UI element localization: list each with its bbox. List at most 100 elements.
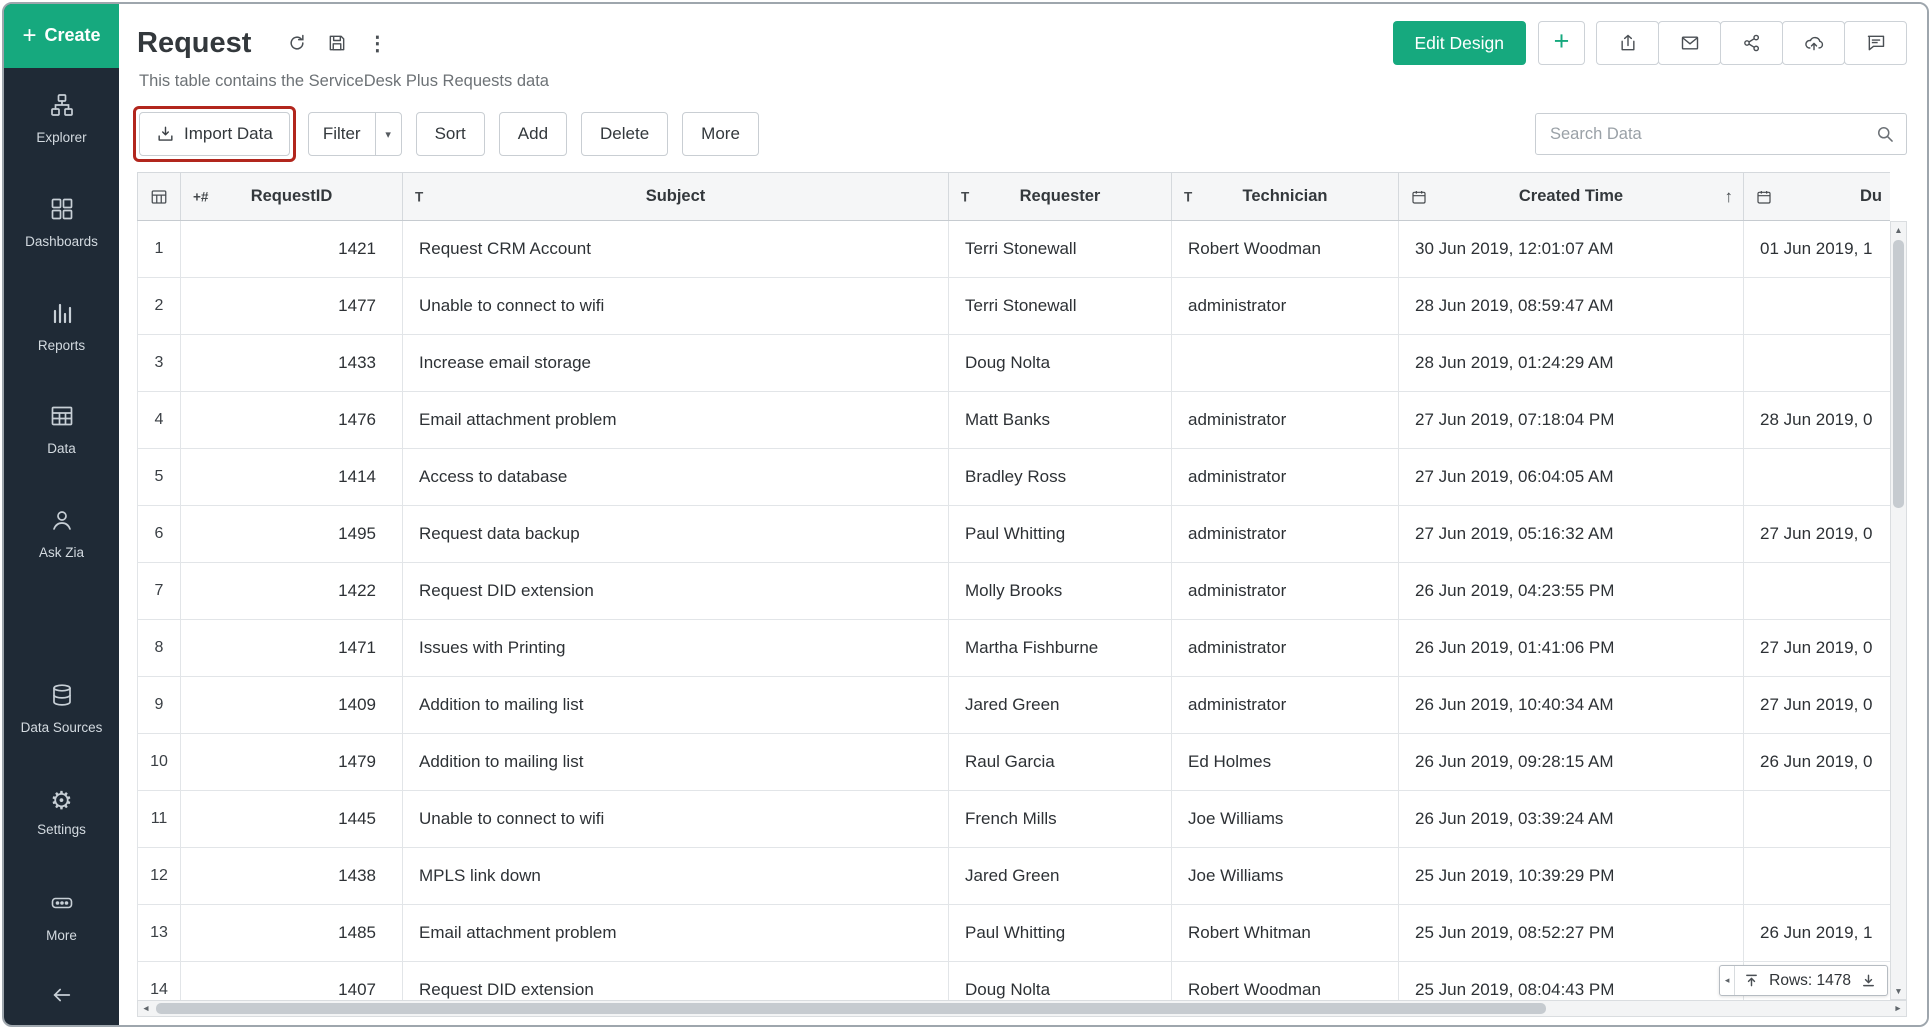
requestid-cell[interactable]: 1407 bbox=[181, 962, 403, 1001]
sidebar-item-reports[interactable]: Reports bbox=[4, 275, 119, 379]
scroll-down-arrow[interactable]: ▼ bbox=[1891, 983, 1906, 999]
technician-cell[interactable]: Robert Woodman bbox=[1172, 962, 1399, 1001]
requestid-cell[interactable]: 1433 bbox=[181, 335, 403, 392]
scroll-to-bottom-icon[interactable] bbox=[1860, 972, 1877, 989]
requestid-cell[interactable]: 1445 bbox=[181, 791, 403, 848]
requester-cell[interactable]: Jared Green bbox=[949, 848, 1172, 905]
horizontal-scrollbar-thumb[interactable] bbox=[156, 1003, 1546, 1014]
import-data-button[interactable]: Import Data bbox=[139, 112, 290, 156]
table-row[interactable]: 71422Request DID extensionMolly Brooksad… bbox=[138, 563, 1891, 620]
table-row[interactable]: 111445Unable to connect to wifiFrench Mi… bbox=[138, 791, 1891, 848]
created-time-cell[interactable]: 30 Jun 2019, 12:01:07 AM bbox=[1399, 221, 1744, 278]
requestid-cell[interactable]: 1485 bbox=[181, 905, 403, 962]
subject-cell[interactable]: Email attachment problem bbox=[403, 905, 949, 962]
row-number-cell[interactable]: 1 bbox=[138, 221, 181, 278]
share-button[interactable] bbox=[1720, 21, 1783, 65]
sort-button[interactable]: Sort bbox=[416, 112, 485, 156]
requestid-cell[interactable]: 1471 bbox=[181, 620, 403, 677]
column-header-subject[interactable]: T Subject bbox=[403, 173, 949, 221]
subject-cell[interactable]: Request data backup bbox=[403, 506, 949, 563]
requestid-cell[interactable]: 1476 bbox=[181, 392, 403, 449]
table-row[interactable]: 131485Email attachment problemPaul Whitt… bbox=[138, 905, 1891, 962]
requester-cell[interactable]: Martha Fishburne bbox=[949, 620, 1172, 677]
technician-cell[interactable]: Robert Woodman bbox=[1172, 221, 1399, 278]
technician-cell[interactable]: Joe Williams bbox=[1172, 791, 1399, 848]
row-number-cell[interactable]: 14 bbox=[138, 962, 181, 1001]
technician-cell[interactable] bbox=[1172, 335, 1399, 392]
created-time-cell[interactable]: 27 Jun 2019, 06:04:05 AM bbox=[1399, 449, 1744, 506]
add-new-button[interactable]: + bbox=[1538, 21, 1585, 65]
row-number-cell[interactable]: 12 bbox=[138, 848, 181, 905]
subject-cell[interactable]: Access to database bbox=[403, 449, 949, 506]
sidebar-item-explorer[interactable]: Explorer bbox=[4, 68, 119, 172]
requestid-cell[interactable]: 1422 bbox=[181, 563, 403, 620]
badge-collapse-icon[interactable]: ◂ bbox=[1720, 966, 1735, 995]
created-time-cell[interactable]: 26 Jun 2019, 10:40:34 AM bbox=[1399, 677, 1744, 734]
save-button[interactable] bbox=[317, 23, 357, 63]
add-button[interactable]: Add bbox=[499, 112, 567, 156]
vertical-scrollbar[interactable]: ▲ ▼ bbox=[1890, 221, 1907, 1000]
sidebar-item-more[interactable]: More bbox=[4, 865, 119, 969]
technician-cell[interactable]: administrator bbox=[1172, 563, 1399, 620]
row-number-cell[interactable]: 2 bbox=[138, 278, 181, 335]
due-time-cell[interactable] bbox=[1744, 278, 1891, 335]
created-time-cell[interactable]: 25 Jun 2019, 10:39:29 PM bbox=[1399, 848, 1744, 905]
sidebar-item-dashboards[interactable]: Dashboards bbox=[4, 172, 119, 276]
column-header-row-actions[interactable] bbox=[138, 173, 181, 221]
requester-cell[interactable]: Doug Nolta bbox=[949, 335, 1172, 392]
search-input[interactable] bbox=[1535, 113, 1907, 155]
due-time-cell[interactable]: 01 Jun 2019, 1 bbox=[1744, 221, 1891, 278]
created-time-cell[interactable]: 26 Jun 2019, 01:41:06 PM bbox=[1399, 620, 1744, 677]
requester-cell[interactable]: Paul Whitting bbox=[949, 506, 1172, 563]
horizontal-scrollbar[interactable]: ◄ ► bbox=[137, 1000, 1907, 1017]
requestid-cell[interactable]: 1479 bbox=[181, 734, 403, 791]
sort-ascending-icon[interactable]: ↑ bbox=[1725, 187, 1734, 207]
column-header-requestid[interactable]: +# RequestID bbox=[181, 173, 403, 221]
requester-cell[interactable]: Doug Nolta bbox=[949, 962, 1172, 1001]
comments-button[interactable] bbox=[1844, 21, 1907, 65]
row-number-cell[interactable]: 4 bbox=[138, 392, 181, 449]
more-button[interactable]: More bbox=[682, 112, 759, 156]
table-row[interactable]: 41476Email attachment problemMatt Banksa… bbox=[138, 392, 1891, 449]
scroll-left-arrow[interactable]: ◄ bbox=[138, 1001, 154, 1016]
table-row[interactable]: 21477Unable to connect to wifiTerri Ston… bbox=[138, 278, 1891, 335]
requester-cell[interactable]: French Mills bbox=[949, 791, 1172, 848]
subject-cell[interactable]: Unable to connect to wifi bbox=[403, 278, 949, 335]
due-time-cell[interactable] bbox=[1744, 848, 1891, 905]
created-time-cell[interactable]: 28 Jun 2019, 01:24:29 AM bbox=[1399, 335, 1744, 392]
created-time-cell[interactable]: 25 Jun 2019, 08:52:27 PM bbox=[1399, 905, 1744, 962]
scroll-up-arrow[interactable]: ▲ bbox=[1891, 222, 1906, 238]
requestid-cell[interactable]: 1414 bbox=[181, 449, 403, 506]
create-button[interactable]: + Create bbox=[4, 4, 119, 68]
export-button[interactable] bbox=[1596, 21, 1659, 65]
publish-button[interactable] bbox=[1782, 21, 1845, 65]
requester-cell[interactable]: Bradley Ross bbox=[949, 449, 1172, 506]
subject-cell[interactable]: Request DID extension bbox=[403, 962, 949, 1001]
technician-cell[interactable]: administrator bbox=[1172, 278, 1399, 335]
more-options-button[interactable]: ⋮ bbox=[357, 23, 397, 63]
due-time-cell[interactable]: 27 Jun 2019, 0 bbox=[1744, 677, 1891, 734]
due-time-cell[interactable]: 26 Jun 2019, 0 bbox=[1744, 734, 1891, 791]
created-time-cell[interactable]: 25 Jun 2019, 08:04:43 PM bbox=[1399, 962, 1744, 1001]
due-time-cell[interactable] bbox=[1744, 563, 1891, 620]
sidebar-item-data-sources[interactable]: Data Sources bbox=[4, 658, 119, 762]
sidebar-item-settings[interactable]: ⚙ Settings bbox=[4, 762, 119, 866]
requestid-cell[interactable]: 1421 bbox=[181, 221, 403, 278]
technician-cell[interactable]: administrator bbox=[1172, 392, 1399, 449]
table-row[interactable]: 11421Request CRM AccountTerri StonewallR… bbox=[138, 221, 1891, 278]
due-time-cell[interactable]: 26 Jun 2019, 1 bbox=[1744, 905, 1891, 962]
technician-cell[interactable]: Robert Whitman bbox=[1172, 905, 1399, 962]
search-icon[interactable] bbox=[1875, 124, 1895, 144]
requestid-cell[interactable]: 1495 bbox=[181, 506, 403, 563]
created-time-cell[interactable]: 26 Jun 2019, 04:23:55 PM bbox=[1399, 563, 1744, 620]
vertical-scrollbar-thumb[interactable] bbox=[1893, 240, 1904, 508]
filter-button[interactable]: Filter ▾ bbox=[308, 112, 402, 156]
due-time-cell[interactable]: 27 Jun 2019, 0 bbox=[1744, 620, 1891, 677]
row-number-cell[interactable]: 10 bbox=[138, 734, 181, 791]
due-time-cell[interactable] bbox=[1744, 335, 1891, 392]
table-row[interactable]: 101479Addition to mailing listRaul Garci… bbox=[138, 734, 1891, 791]
created-time-cell[interactable]: 26 Jun 2019, 03:39:24 AM bbox=[1399, 791, 1744, 848]
due-time-cell[interactable]: 28 Jun 2019, 0 bbox=[1744, 392, 1891, 449]
collapse-sidebar-button[interactable] bbox=[4, 969, 119, 1025]
row-number-cell[interactable]: 9 bbox=[138, 677, 181, 734]
